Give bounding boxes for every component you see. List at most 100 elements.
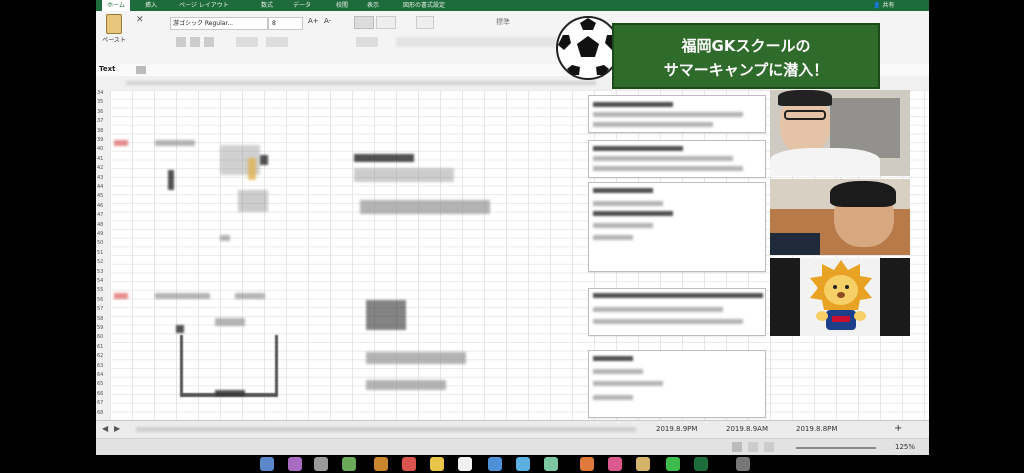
font-name-select[interactable]: 游ゴシック Regular... — [170, 17, 268, 30]
app-icon[interactable] — [342, 457, 356, 471]
align-left-button[interactable] — [354, 16, 374, 29]
share-button[interactable]: 👤 共有 — [868, 0, 899, 11]
name-box[interactable]: Text — [99, 65, 115, 73]
sheet-tab[interactable]: 2019.8.8PM — [796, 425, 837, 433]
bold-button[interactable] — [176, 37, 186, 47]
row-number[interactable]: 62 — [97, 353, 103, 359]
font-grow-button[interactable]: A+ — [308, 17, 319, 25]
glasses-icon — [784, 110, 826, 120]
tab-review[interactable]: 校閲 — [331, 0, 353, 11]
row-number[interactable]: 50 — [97, 240, 103, 246]
tab-formulas[interactable]: 数式 — [256, 0, 278, 11]
row-number[interactable]: 59 — [97, 325, 103, 331]
font-shrink-button[interactable]: A- — [324, 17, 331, 25]
tab-data[interactable]: データ — [288, 0, 316, 11]
align-center-button[interactable] — [376, 16, 396, 29]
border-button[interactable] — [236, 37, 258, 47]
app-icon[interactable] — [488, 457, 502, 471]
row-number[interactable]: 54 — [97, 278, 103, 284]
row-number[interactable]: 42 — [97, 165, 103, 171]
row-number[interactable]: 52 — [97, 259, 103, 265]
row-number[interactable]: 44 — [97, 184, 103, 190]
app-icon[interactable] — [458, 457, 472, 471]
app-icon[interactable] — [374, 457, 388, 471]
page-break-view-button[interactable] — [764, 442, 774, 452]
row-number[interactable]: 57 — [97, 306, 103, 312]
finder-icon[interactable] — [260, 457, 274, 471]
participant-video-3[interactable] — [770, 258, 910, 336]
row-number[interactable]: 41 — [97, 156, 103, 162]
excel-icon[interactable] — [694, 457, 708, 471]
app-icon[interactable] — [314, 457, 328, 471]
text-box[interactable] — [588, 288, 766, 336]
row-number[interactable]: 63 — [97, 363, 103, 369]
row-number[interactable]: 34 — [97, 90, 103, 96]
text-box[interactable] — [588, 95, 766, 133]
row-number[interactable]: 46 — [97, 203, 103, 209]
tab-shape-format[interactable]: 図形の書式設定 — [398, 0, 450, 11]
row-number[interactable]: 45 — [97, 193, 103, 199]
italic-button[interactable] — [190, 37, 200, 47]
app-icon[interactable] — [516, 457, 530, 471]
row-number[interactable]: 43 — [97, 175, 103, 181]
row-number[interactable]: 36 — [97, 109, 103, 115]
add-sheet-button[interactable]: + — [894, 423, 902, 434]
tab-page-layout[interactable]: ページ レイアウト — [174, 0, 234, 11]
row-number[interactable]: 55 — [97, 287, 103, 293]
row-number[interactable]: 67 — [97, 400, 103, 406]
row-number[interactable]: 58 — [97, 316, 103, 322]
hair — [778, 90, 832, 106]
page-layout-view-button[interactable] — [748, 442, 758, 452]
tab-view[interactable]: 表示 — [362, 0, 384, 11]
text-box[interactable] — [588, 140, 766, 178]
trash-icon[interactable] — [736, 457, 750, 471]
row-number[interactable]: 53 — [97, 269, 103, 275]
line-app-icon[interactable] — [666, 457, 680, 471]
row-number[interactable]: 61 — [97, 344, 103, 350]
sheet-tab[interactable]: 2019.8.9AM — [726, 425, 768, 433]
zoom-level: 125% — [894, 443, 915, 451]
paste-button[interactable]: ペースト — [102, 14, 126, 44]
row-number[interactable]: 64 — [97, 372, 103, 378]
text-box[interactable] — [588, 350, 766, 418]
app-icon[interactable] — [402, 457, 416, 471]
row-number[interactable]: 49 — [97, 231, 103, 237]
row-number[interactable]: 38 — [97, 128, 103, 134]
zoom-slider[interactable] — [796, 447, 876, 449]
tab-insert[interactable]: 挿入 — [140, 0, 162, 11]
row-number[interactable]: 39 — [97, 137, 103, 143]
participant-video-1[interactable] — [770, 90, 910, 176]
text-box[interactable] — [588, 182, 766, 272]
row-number[interactable]: 47 — [97, 212, 103, 218]
row-number[interactable]: 35 — [97, 99, 103, 105]
notes-icon[interactable] — [430, 457, 444, 471]
participant-video-2[interactable] — [770, 179, 910, 255]
app-icon[interactable] — [608, 457, 622, 471]
row-number[interactable]: 51 — [97, 250, 103, 256]
style-label[interactable]: 標準 — [496, 17, 510, 27]
row-number[interactable]: 40 — [97, 146, 103, 152]
banner-line-2: サマーキャンプに潜入！ — [663, 61, 829, 79]
row-number[interactable]: 68 — [97, 410, 103, 416]
scroll-right-icon[interactable]: ▶ — [114, 424, 120, 433]
app-icon[interactable] — [580, 457, 594, 471]
row-number[interactable]: 66 — [97, 391, 103, 397]
cut-icon[interactable]: ✕ — [136, 15, 144, 25]
app-icon[interactable] — [544, 457, 558, 471]
merge-button[interactable] — [356, 37, 378, 47]
scroll-left-icon[interactable]: ◀ — [102, 424, 108, 433]
sheet-tab[interactable]: 2019.8.9PM — [656, 425, 697, 433]
row-number[interactable]: 56 — [97, 297, 103, 303]
row-number[interactable]: 48 — [97, 222, 103, 228]
folder-icon[interactable] — [636, 457, 650, 471]
row-number[interactable]: 65 — [97, 381, 103, 387]
font-size-select[interactable]: 8 — [268, 17, 303, 30]
row-number[interactable]: 60 — [97, 334, 103, 340]
underline-button[interactable] — [204, 37, 214, 47]
row-number[interactable]: 37 — [97, 118, 103, 124]
tab-home[interactable]: ホーム — [102, 0, 130, 11]
app-icon[interactable] — [288, 457, 302, 471]
fill-color-button[interactable] — [266, 37, 288, 47]
orientation-button[interactable] — [416, 16, 434, 29]
normal-view-button[interactable] — [732, 442, 742, 452]
